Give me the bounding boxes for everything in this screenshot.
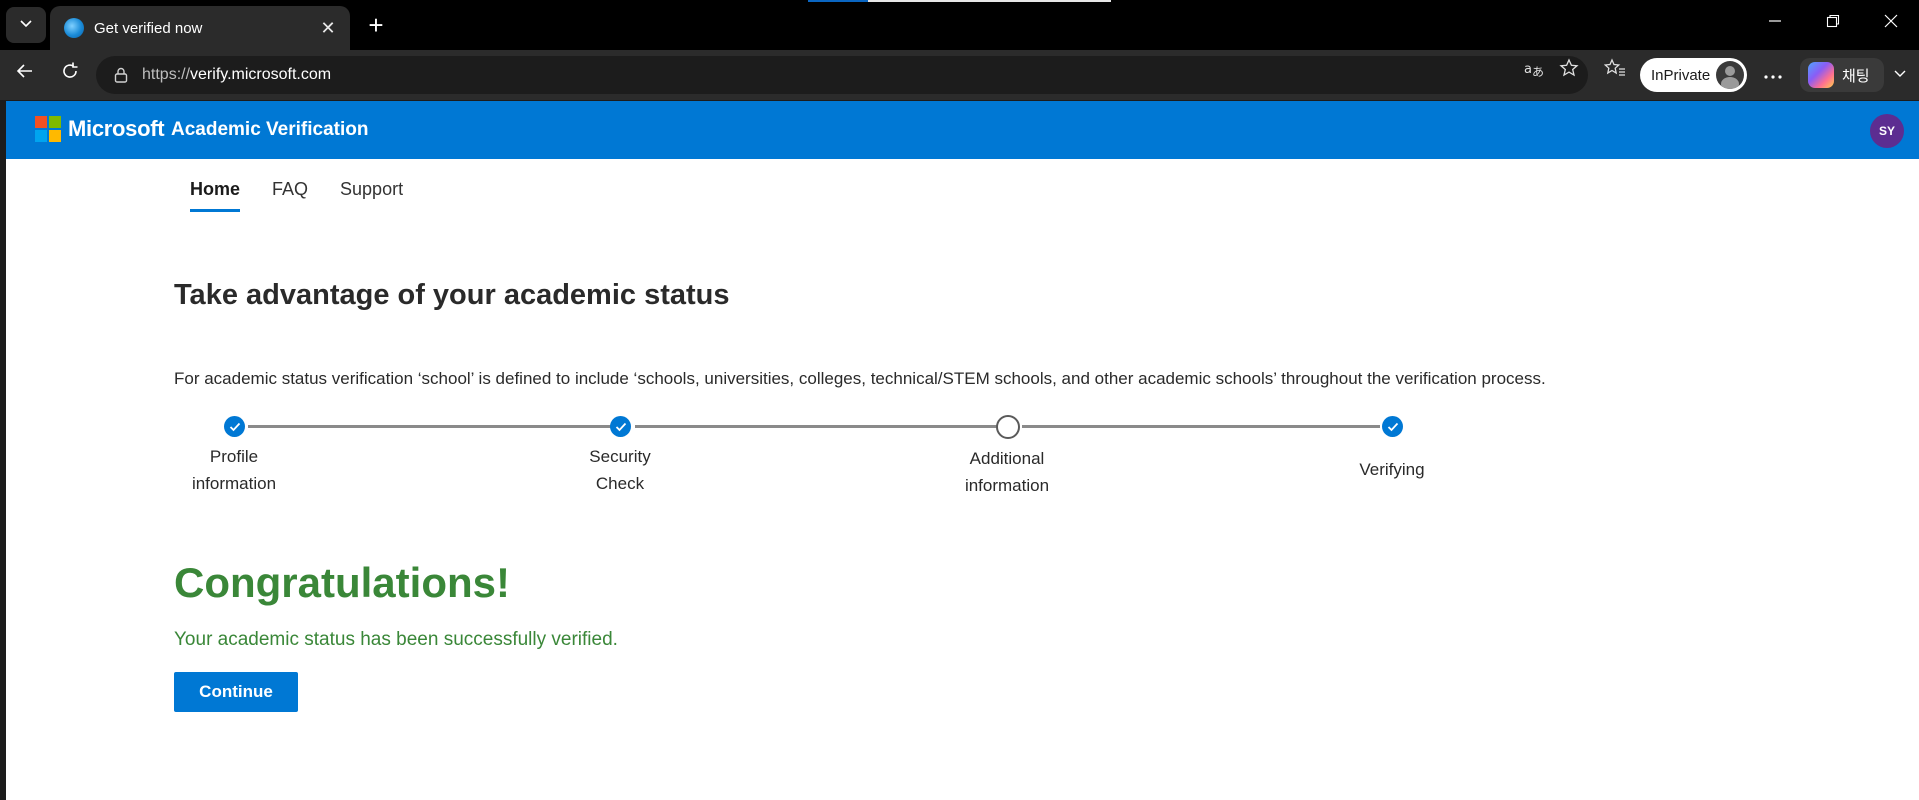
browser-toolbar: https://verify.microsoft.com aあ InPrivat… (0, 50, 1919, 100)
titlebar-accent-blue (808, 0, 868, 2)
step-connector (1022, 425, 1380, 428)
back-arrow-icon[interactable] (9, 59, 41, 91)
tab-list-button[interactable] (6, 7, 46, 43)
site-nav: Home FAQ Support (190, 179, 435, 212)
lock-icon[interactable] (110, 64, 132, 86)
tab-title: Get verified now (94, 19, 203, 37)
svg-text:あ: あ (1532, 65, 1544, 79)
success-title: Congratulations! (174, 559, 510, 606)
step-label-line: Profile (209, 447, 259, 466)
url-protocol: https:// (142, 66, 191, 83)
address-bar[interactable]: https://verify.microsoft.com (96, 56, 1588, 94)
translate-icon[interactable]: aあ (1523, 58, 1545, 80)
school-definition-text: For academic status verification ‘school… (174, 369, 1546, 388)
success-message: Your academic status has been successful… (174, 629, 618, 650)
continue-button[interactable]: Continue (174, 672, 298, 712)
step-label-verifying: Verifying (1322, 456, 1462, 483)
step-pending-circle-icon (996, 415, 1020, 439)
step-label-profile: Profile information (164, 443, 304, 497)
step-label-additional: Additional information (937, 445, 1077, 499)
step-complete-check-icon (610, 416, 631, 437)
favorites-icon[interactable] (1603, 58, 1626, 80)
microsoft-logo-icon[interactable] (35, 116, 61, 142)
close-icon[interactable]: ✕ (316, 18, 340, 39)
minimize-icon[interactable] (1752, 8, 1798, 40)
url-host: verify.microsoft.com (190, 66, 332, 83)
restore-icon[interactable] (1810, 8, 1856, 40)
browser-tab-active[interactable]: Get verified now ✕ (50, 6, 350, 50)
step-label-line: information (964, 476, 1050, 495)
svg-text:a: a (1524, 62, 1532, 77)
step-connector (248, 425, 613, 428)
verification-progress: Profile information Security Check Addit… (174, 413, 1425, 523)
step-complete-check-icon (1382, 416, 1403, 437)
app-title[interactable]: Academic Verification (171, 119, 368, 141)
step-label-security: Security Check (550, 443, 690, 497)
step-label-line: Additional (969, 449, 1045, 468)
close-window-icon[interactable] (1868, 8, 1914, 40)
browser-titlebar: Get verified now ✕ + (0, 0, 1919, 50)
step-label-line: Verifying (1359, 460, 1425, 479)
plus-icon[interactable]: + (360, 10, 392, 42)
chevron-down-icon (18, 15, 34, 36)
edge-favicon-icon (64, 18, 84, 38)
web-page: Microsoft Academic Verification SY Home … (6, 101, 1919, 800)
profile-avatar-icon (1716, 61, 1744, 89)
nav-support[interactable]: Support (340, 179, 403, 212)
copilot-icon (1808, 62, 1834, 88)
copilot-label: 채팅 (1842, 67, 1870, 85)
inprivate-button[interactable]: InPrivate (1640, 58, 1747, 92)
step-label-line: Check (595, 474, 645, 493)
inprivate-label: InPrivate (1651, 66, 1711, 84)
ellipsis-icon[interactable] (1762, 64, 1784, 86)
step-complete-check-icon (224, 416, 245, 437)
step-label-line: information (191, 474, 277, 493)
site-header: Microsoft Academic Verification SY (6, 101, 1919, 159)
refresh-icon[interactable] (54, 59, 86, 91)
nav-home[interactable]: Home (190, 179, 241, 212)
page-title: Take advantage of your academic status (174, 279, 730, 311)
nav-faq[interactable]: FAQ (272, 179, 308, 212)
star-icon[interactable] (1558, 58, 1580, 80)
brand-name[interactable]: Microsoft (68, 116, 165, 142)
step-connector (635, 425, 999, 428)
step-label-line: Security (589, 447, 651, 466)
user-avatar[interactable]: SY (1870, 114, 1904, 148)
chevron-down-icon[interactable] (1889, 64, 1911, 86)
copilot-chat-button[interactable]: 채팅 (1800, 58, 1884, 92)
